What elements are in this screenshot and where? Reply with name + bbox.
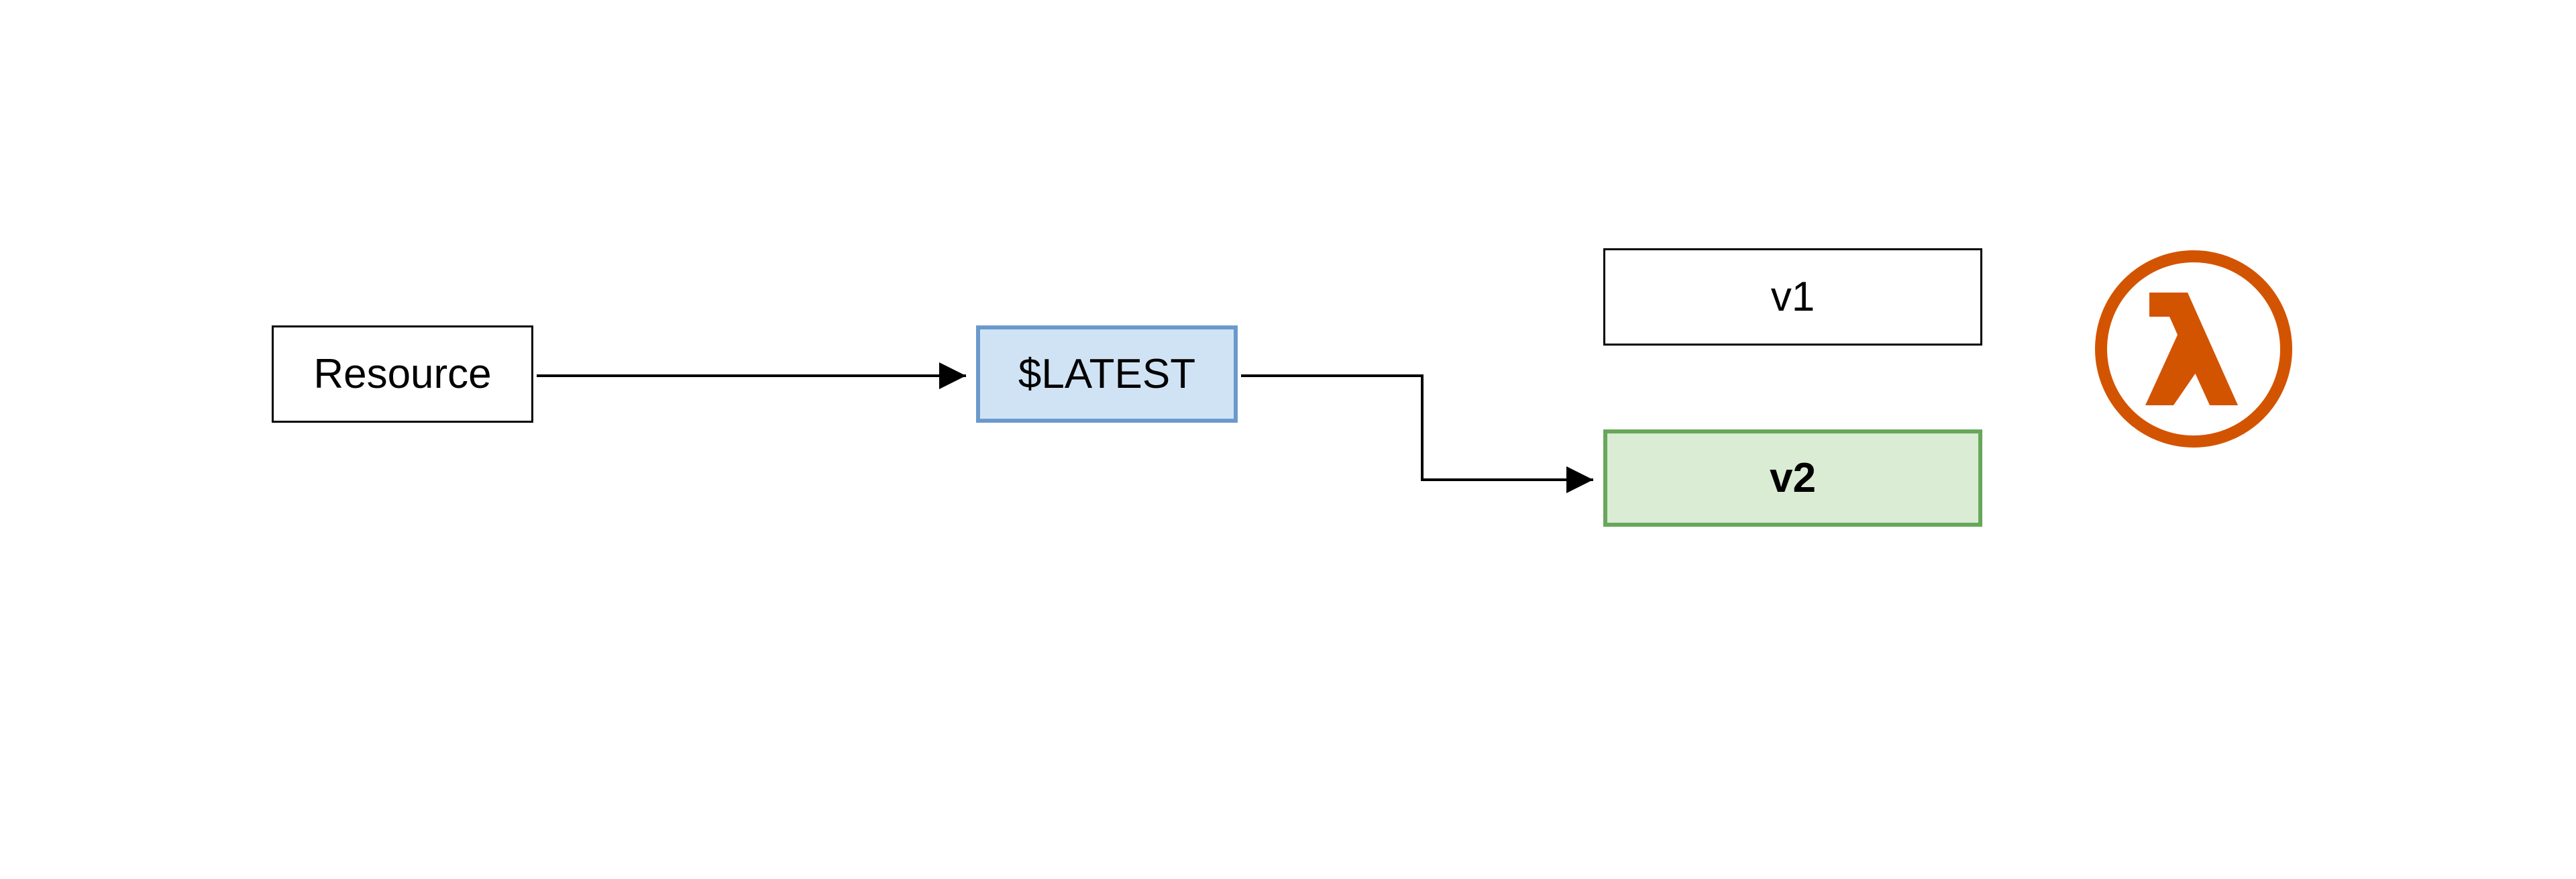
- aws-lambda-icon: [2093, 248, 2294, 450]
- node-v1: v1: [1603, 248, 1982, 346]
- node-latest-label: $LATEST: [1018, 350, 1195, 398]
- node-resource: Resource: [272, 325, 533, 423]
- node-resource-label: Resource: [313, 350, 491, 398]
- node-v1-label: v1: [1771, 273, 1815, 321]
- node-v2: v2: [1603, 429, 1982, 527]
- node-v2-label: v2: [1770, 454, 1816, 502]
- node-latest: $LATEST: [976, 325, 1238, 423]
- arrow-latest-to-v2: [1238, 372, 1603, 493]
- arrow-resource-to-latest: [533, 362, 976, 389]
